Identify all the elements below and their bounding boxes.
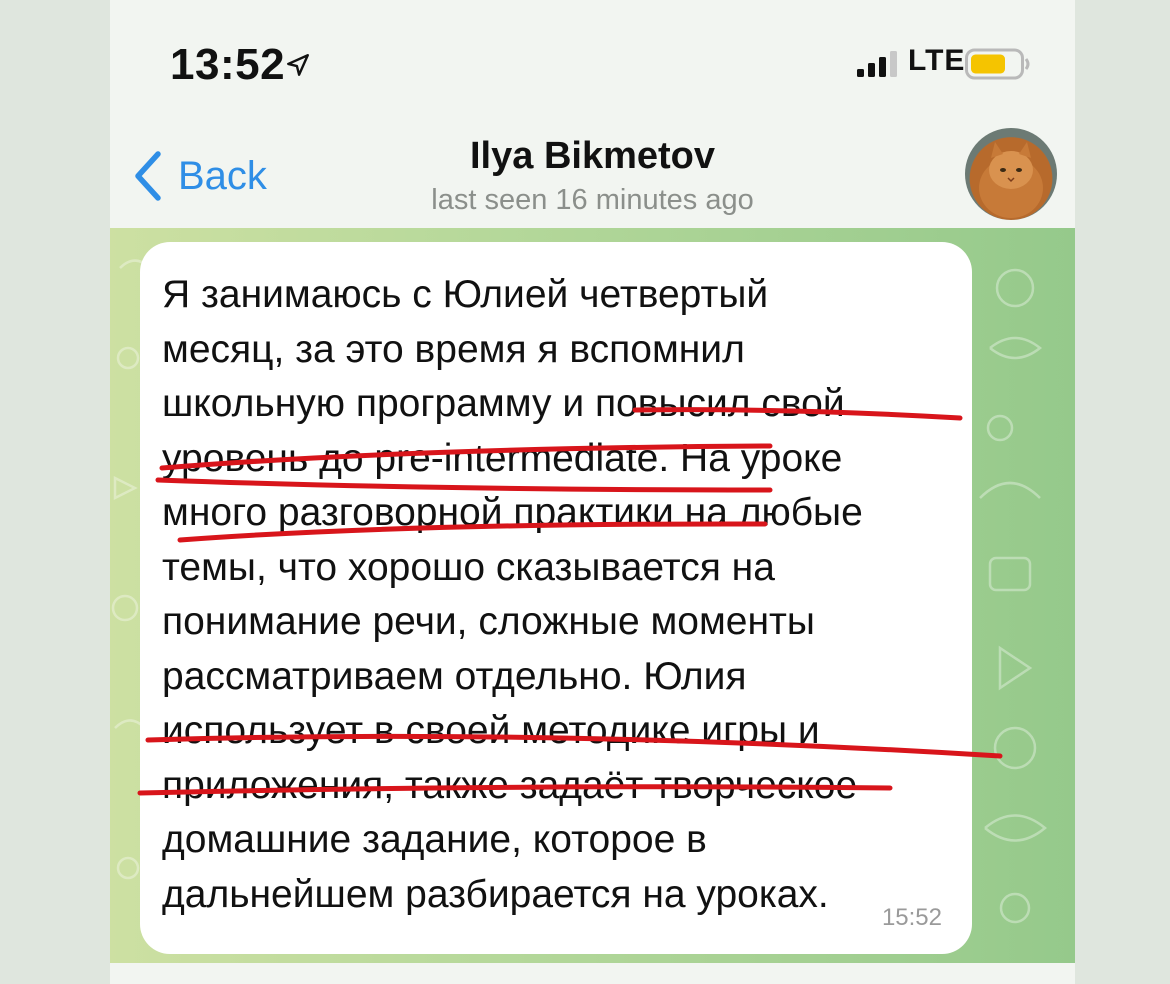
chat-area[interactable]: Я занимаюсь с Юлией четвертый месяц, за … <box>110 228 1075 963</box>
status-time: 13:52 <box>170 40 286 89</box>
battery-icon <box>965 48 1030 80</box>
signal-bars-icon <box>857 51 897 77</box>
phone-screen: 13:52 LTE Back Ilya Bikmetov last seen 1… <box>110 0 1075 984</box>
network-label: LTE <box>908 44 966 77</box>
avatar[interactable] <box>965 128 1057 220</box>
cat-avatar-image <box>979 142 1043 218</box>
message-text: Я занимаюсь с Юлией четвертый месяц, за … <box>162 273 863 916</box>
message-bubble[interactable]: Я занимаюсь с Юлией четвертый месяц, за … <box>140 242 972 954</box>
location-arrow-icon <box>287 54 309 76</box>
message-time: 15:52 <box>881 904 942 931</box>
last-seen-status: last seen 16 minutes ago <box>431 184 754 216</box>
chat-title[interactable]: Ilya Bikmetov <box>110 135 1075 178</box>
